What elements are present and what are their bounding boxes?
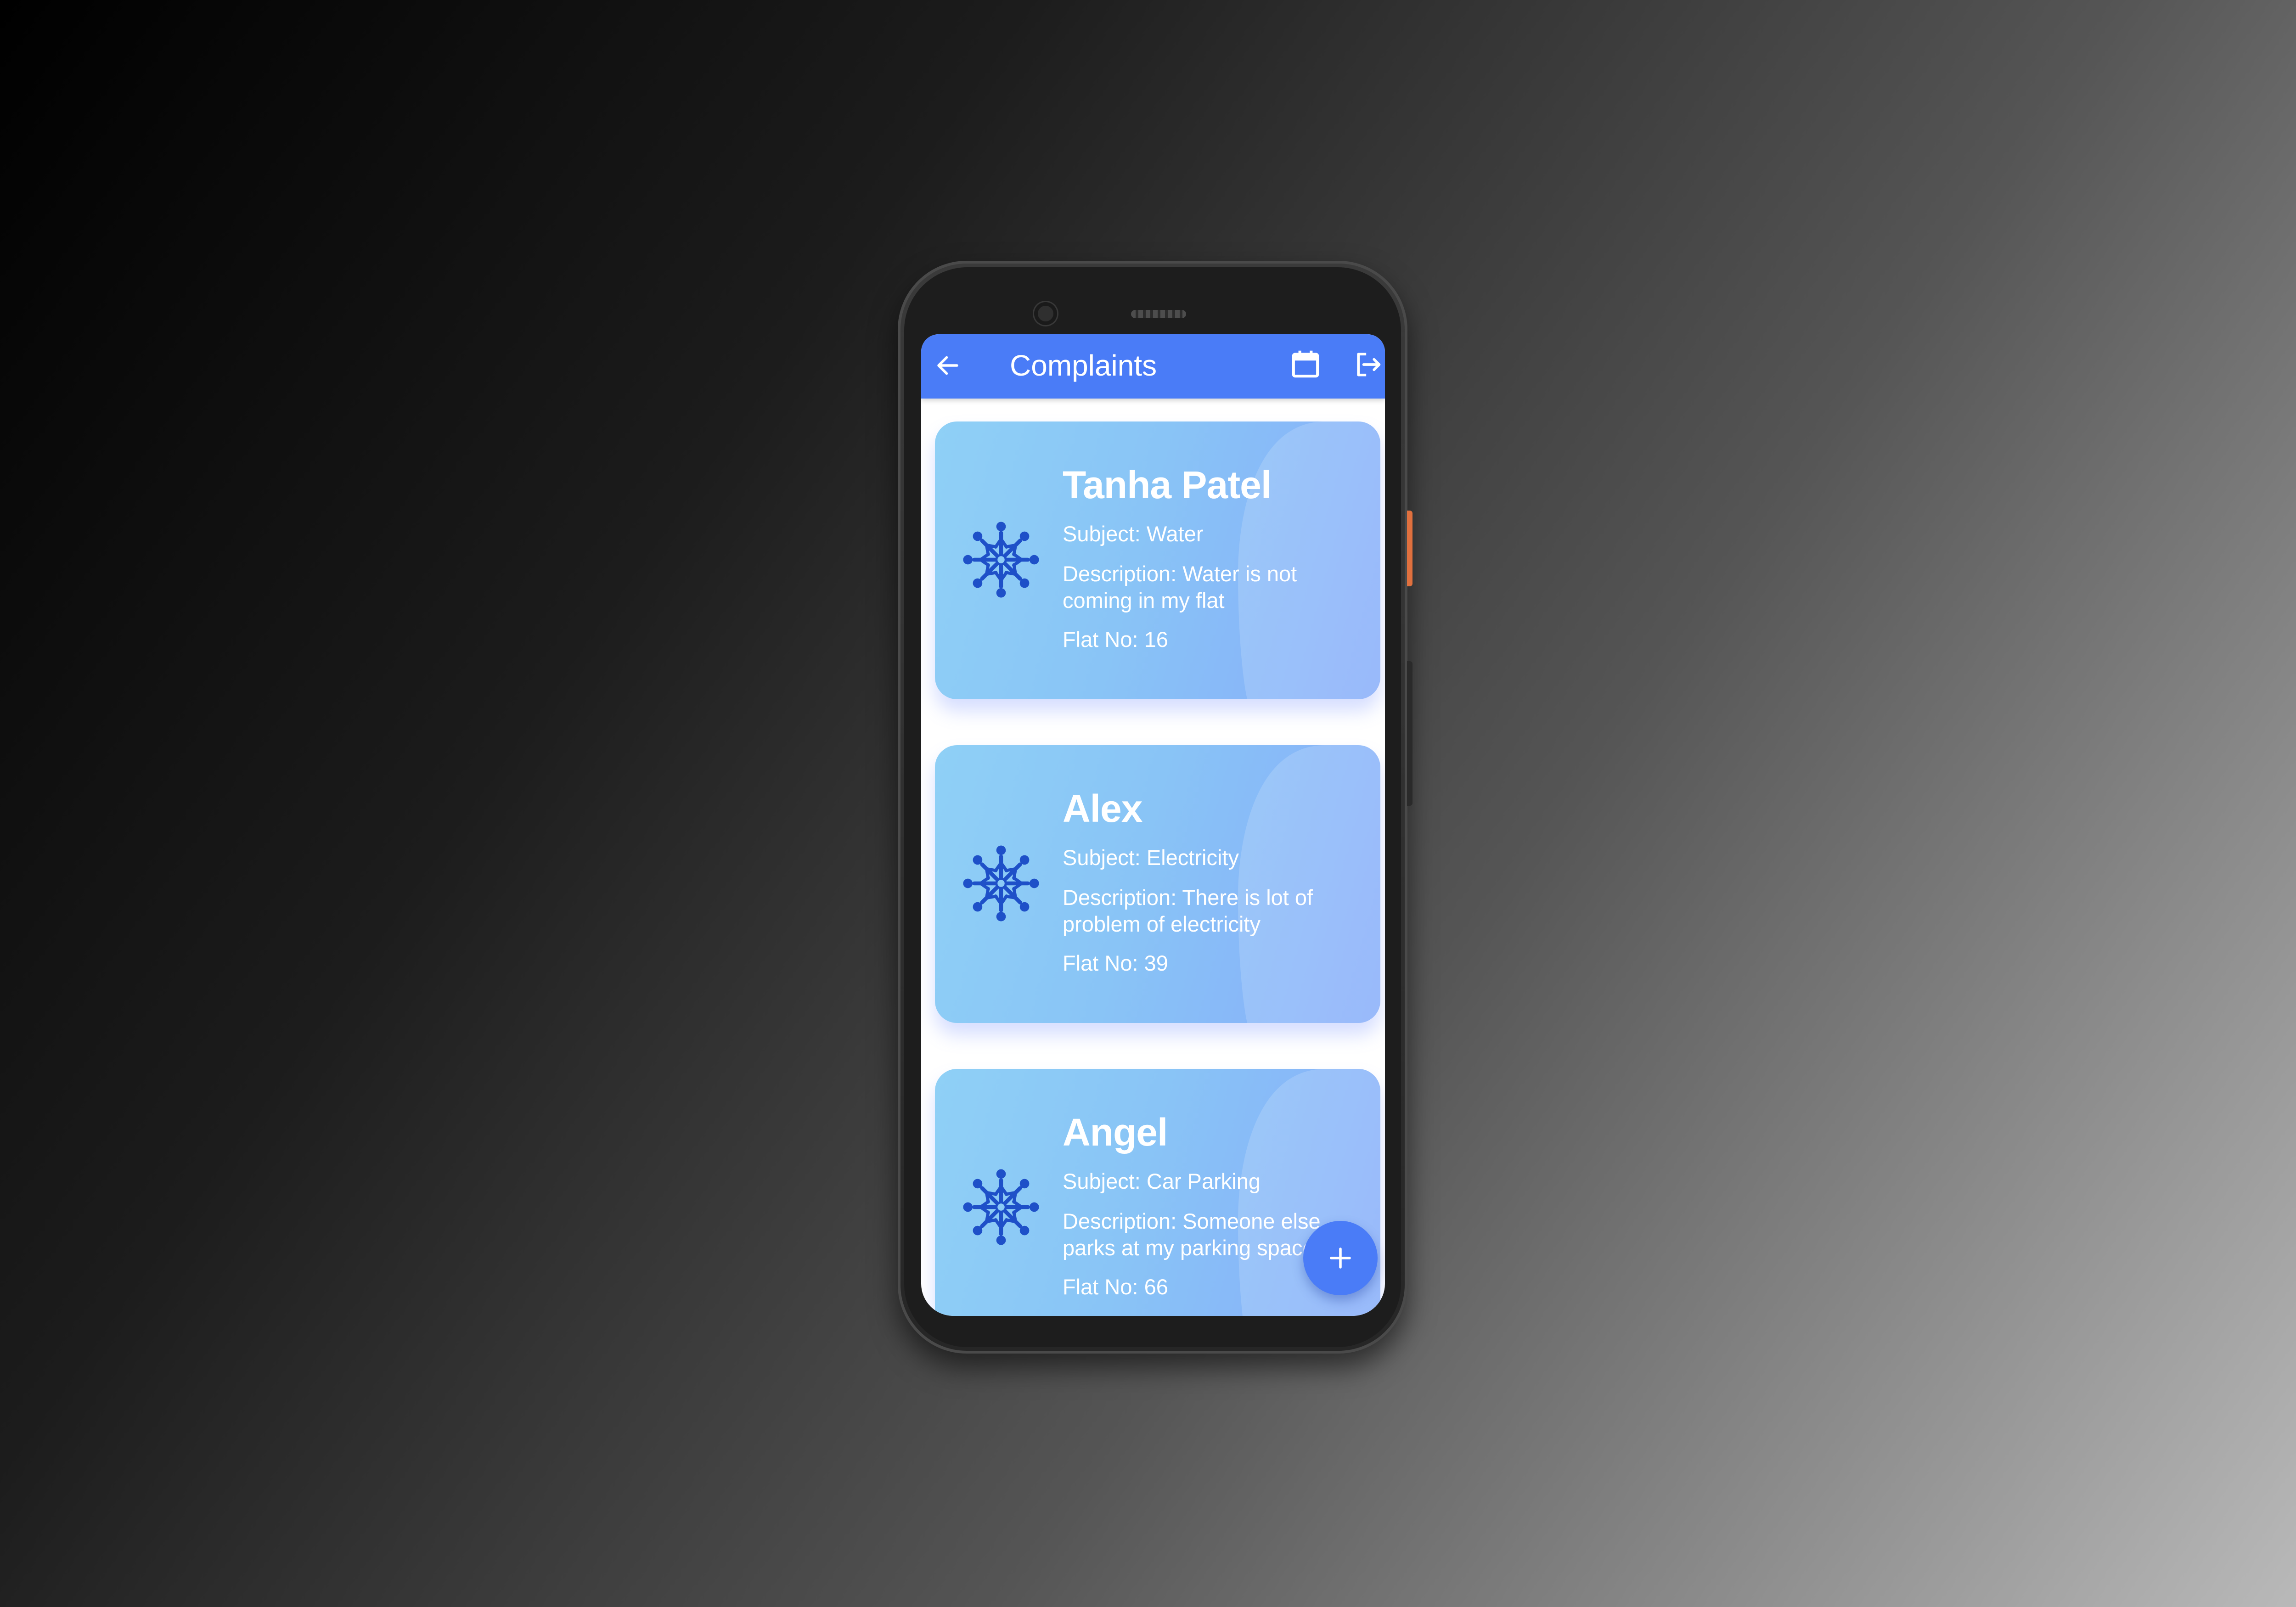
complaint-description-line: Description: There is lot of (1063, 885, 1313, 910)
complaint-description-line: coming in my flat (1063, 588, 1225, 612)
power-button (1407, 511, 1412, 586)
logout-icon[interactable] (1352, 349, 1383, 380)
complaint-description-line: parks at my parking space (1063, 1236, 1315, 1260)
snowflake-icon (963, 522, 1039, 598)
complaint-description: Description: There is lot of problem of … (1063, 884, 1313, 938)
complaint-flat-number: Flat No: 39 (1063, 951, 1168, 975)
earpiece-speaker (1131, 310, 1186, 318)
complaint-description: Description: Water is not coming in my f… (1063, 561, 1297, 614)
app-bar: Complaints (921, 334, 1385, 399)
calendar-icon[interactable] (1289, 347, 1322, 381)
complaint-name: Alex (1063, 787, 1142, 830)
complaint-name: Angel (1063, 1111, 1168, 1154)
complaint-card[interactable]: Alex Subject: Electricity Description: T… (935, 745, 1380, 1023)
complaint-flat-number: Flat No: 16 (1063, 627, 1168, 652)
complaint-subject: Subject: Electricity (1063, 845, 1239, 870)
complaint-description: Description: Someone else parks at my pa… (1063, 1208, 1321, 1261)
app-screen: Complaints Tanha Patel Subject: Water De… (921, 334, 1385, 1316)
complaint-subject: Subject: Car Parking (1063, 1169, 1261, 1193)
complaint-flat-number: Flat No: 66 (1063, 1275, 1168, 1299)
arrow-left-icon[interactable] (934, 352, 962, 379)
complaint-card[interactable]: Tanha Patel Subject: Water Description: … (935, 421, 1380, 699)
complaints-list: Tanha Patel Subject: Water Description: … (935, 421, 1380, 1316)
plus-icon (1330, 1247, 1351, 1269)
complaint-description-line: Description: Someone else (1063, 1209, 1321, 1233)
page-title: Complaints (1010, 349, 1157, 382)
complaint-description-line: problem of electricity (1063, 912, 1261, 936)
complaint-name: Tanha Patel (1063, 463, 1272, 506)
snowflake-icon (963, 1169, 1039, 1245)
complaint-subject: Subject: Water (1063, 522, 1204, 546)
complaint-description-line: Description: Water is not (1063, 562, 1297, 586)
add-complaint-button[interactable] (1303, 1221, 1378, 1295)
front-camera (1034, 302, 1057, 325)
snowflake-icon (963, 845, 1039, 921)
volume-button (1407, 661, 1412, 806)
